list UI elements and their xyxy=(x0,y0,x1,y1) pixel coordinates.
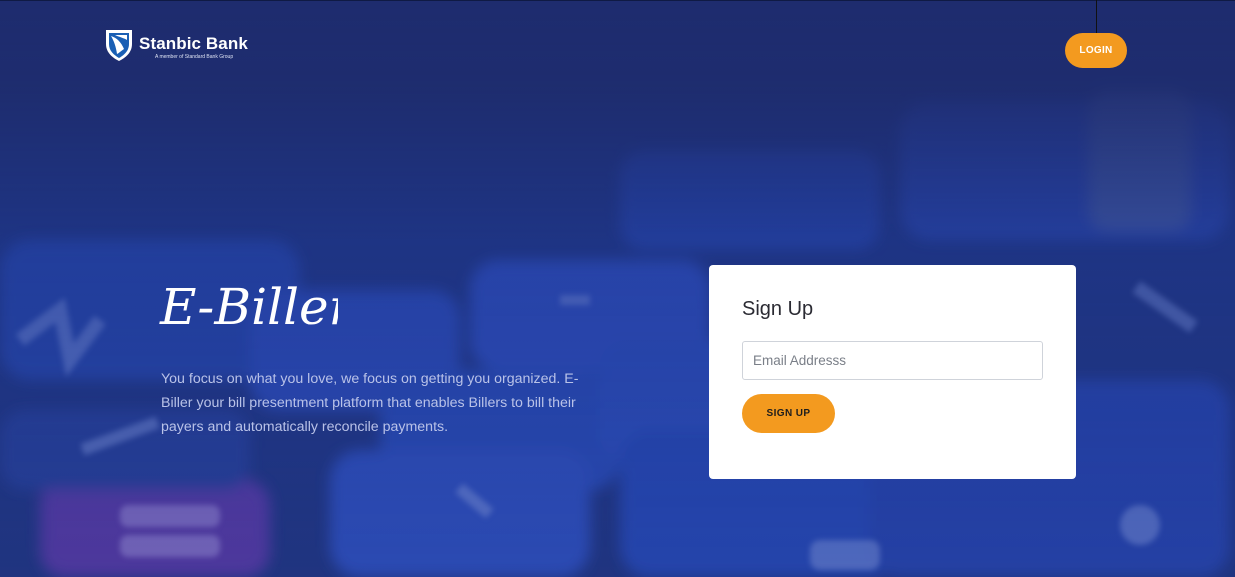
signup-card: Sign Up SIGN UP xyxy=(709,265,1076,479)
signup-title: Sign Up xyxy=(742,298,814,320)
stanbic-shield-icon xyxy=(106,30,132,61)
hero-description: You focus on what you love, we focus on … xyxy=(161,371,579,435)
landing-page: Stanbic Bank A member of Standard Bank G… xyxy=(0,0,1235,577)
brand-name: Stanbic Bank xyxy=(139,34,248,53)
hero-title: E-Biller xyxy=(158,250,356,350)
login-button[interactable]: LOGIN xyxy=(1065,33,1127,68)
brand-tagline: A member of Standard Bank Group xyxy=(155,54,234,60)
sign-up-button[interactable]: SIGN UP xyxy=(742,394,835,433)
hero-title-text: E-Biller xyxy=(159,278,338,336)
e-biller-script-title: E-Biller xyxy=(159,278,356,336)
top-border xyxy=(0,0,1235,1)
stanbic-bank-logo[interactable]: Stanbic Bank A member of Standard Bank G… xyxy=(105,29,248,62)
email-address-input[interactable] xyxy=(742,341,1043,380)
